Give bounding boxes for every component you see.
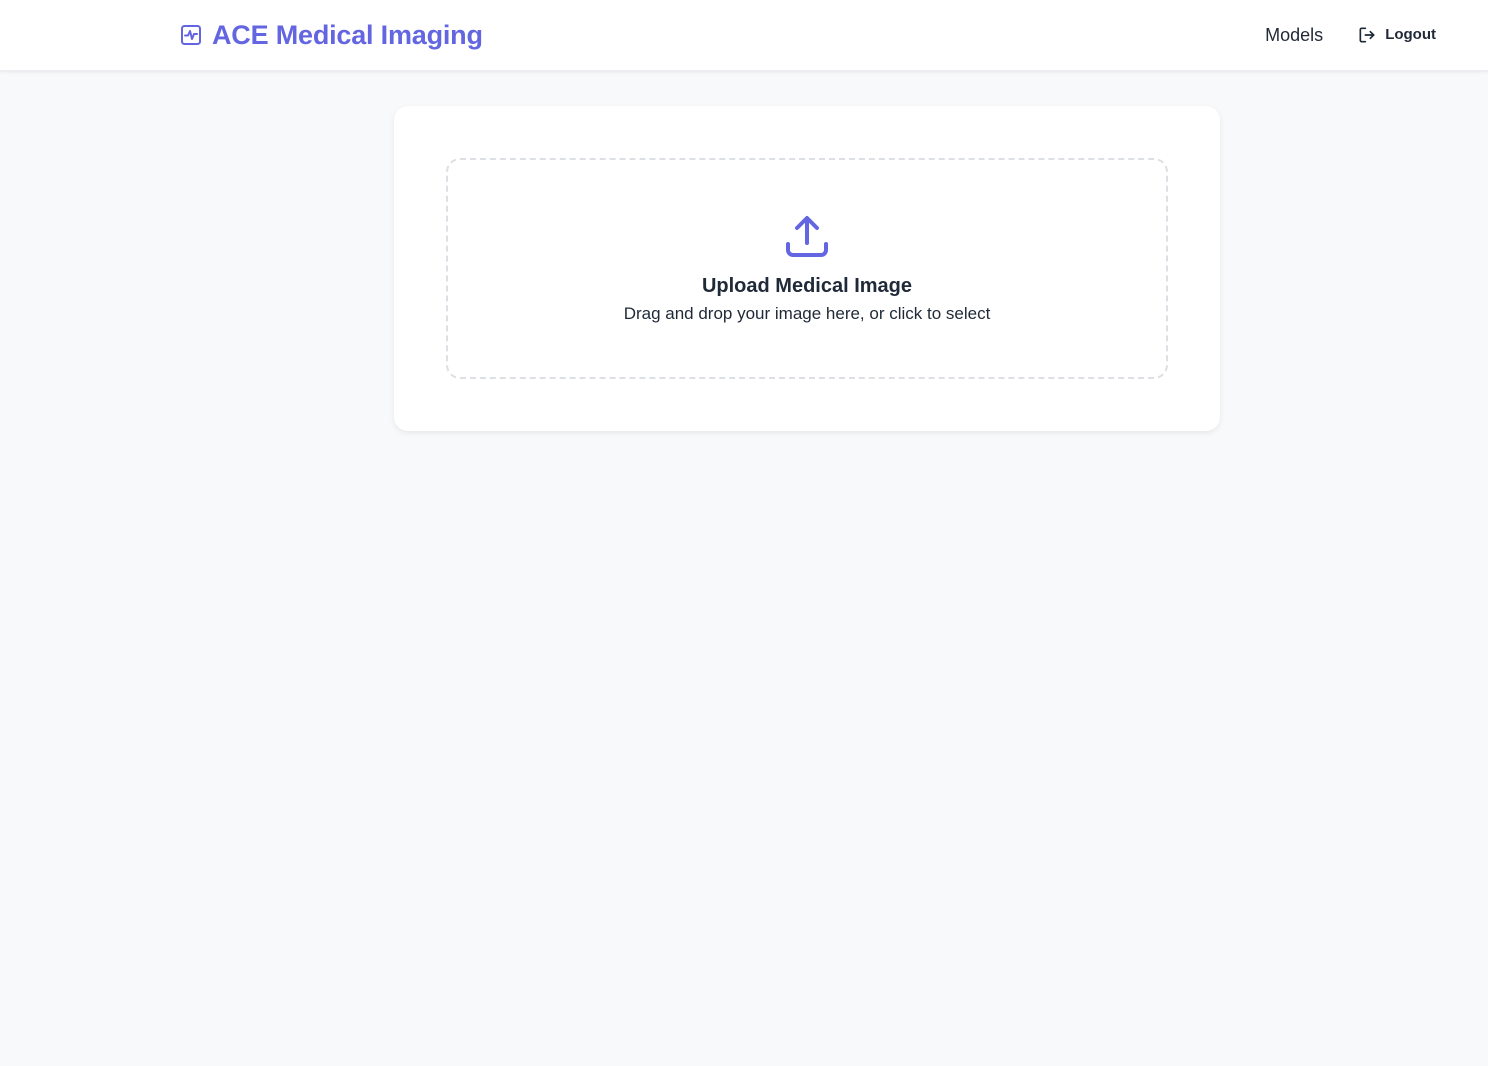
upload-icon — [783, 214, 831, 262]
brand-link[interactable]: ACE Medical Imaging — [179, 18, 483, 52]
nav-link-models[interactable]: Models — [1265, 21, 1323, 49]
logout-icon — [1357, 25, 1377, 45]
brand-title: ACE Medical Imaging — [212, 20, 483, 50]
upload-instructions: Drag and drop your image here, or click … — [623, 304, 991, 323]
activity-pulse-icon — [179, 23, 203, 47]
logout-button[interactable]: Logout — [1357, 21, 1436, 49]
upload-dropzone[interactable]: Upload Medical Image Drag and drop your … — [446, 158, 1168, 379]
nav-menu: Models Logout — [1265, 21, 1436, 49]
upload-card: Upload Medical Image Drag and drop your … — [394, 106, 1220, 431]
top-navbar: ACE Medical Imaging Models Logout — [0, 0, 1488, 71]
upload-title: Upload Medical Image — [701, 275, 913, 297]
logout-label: Logout — [1385, 26, 1436, 43]
